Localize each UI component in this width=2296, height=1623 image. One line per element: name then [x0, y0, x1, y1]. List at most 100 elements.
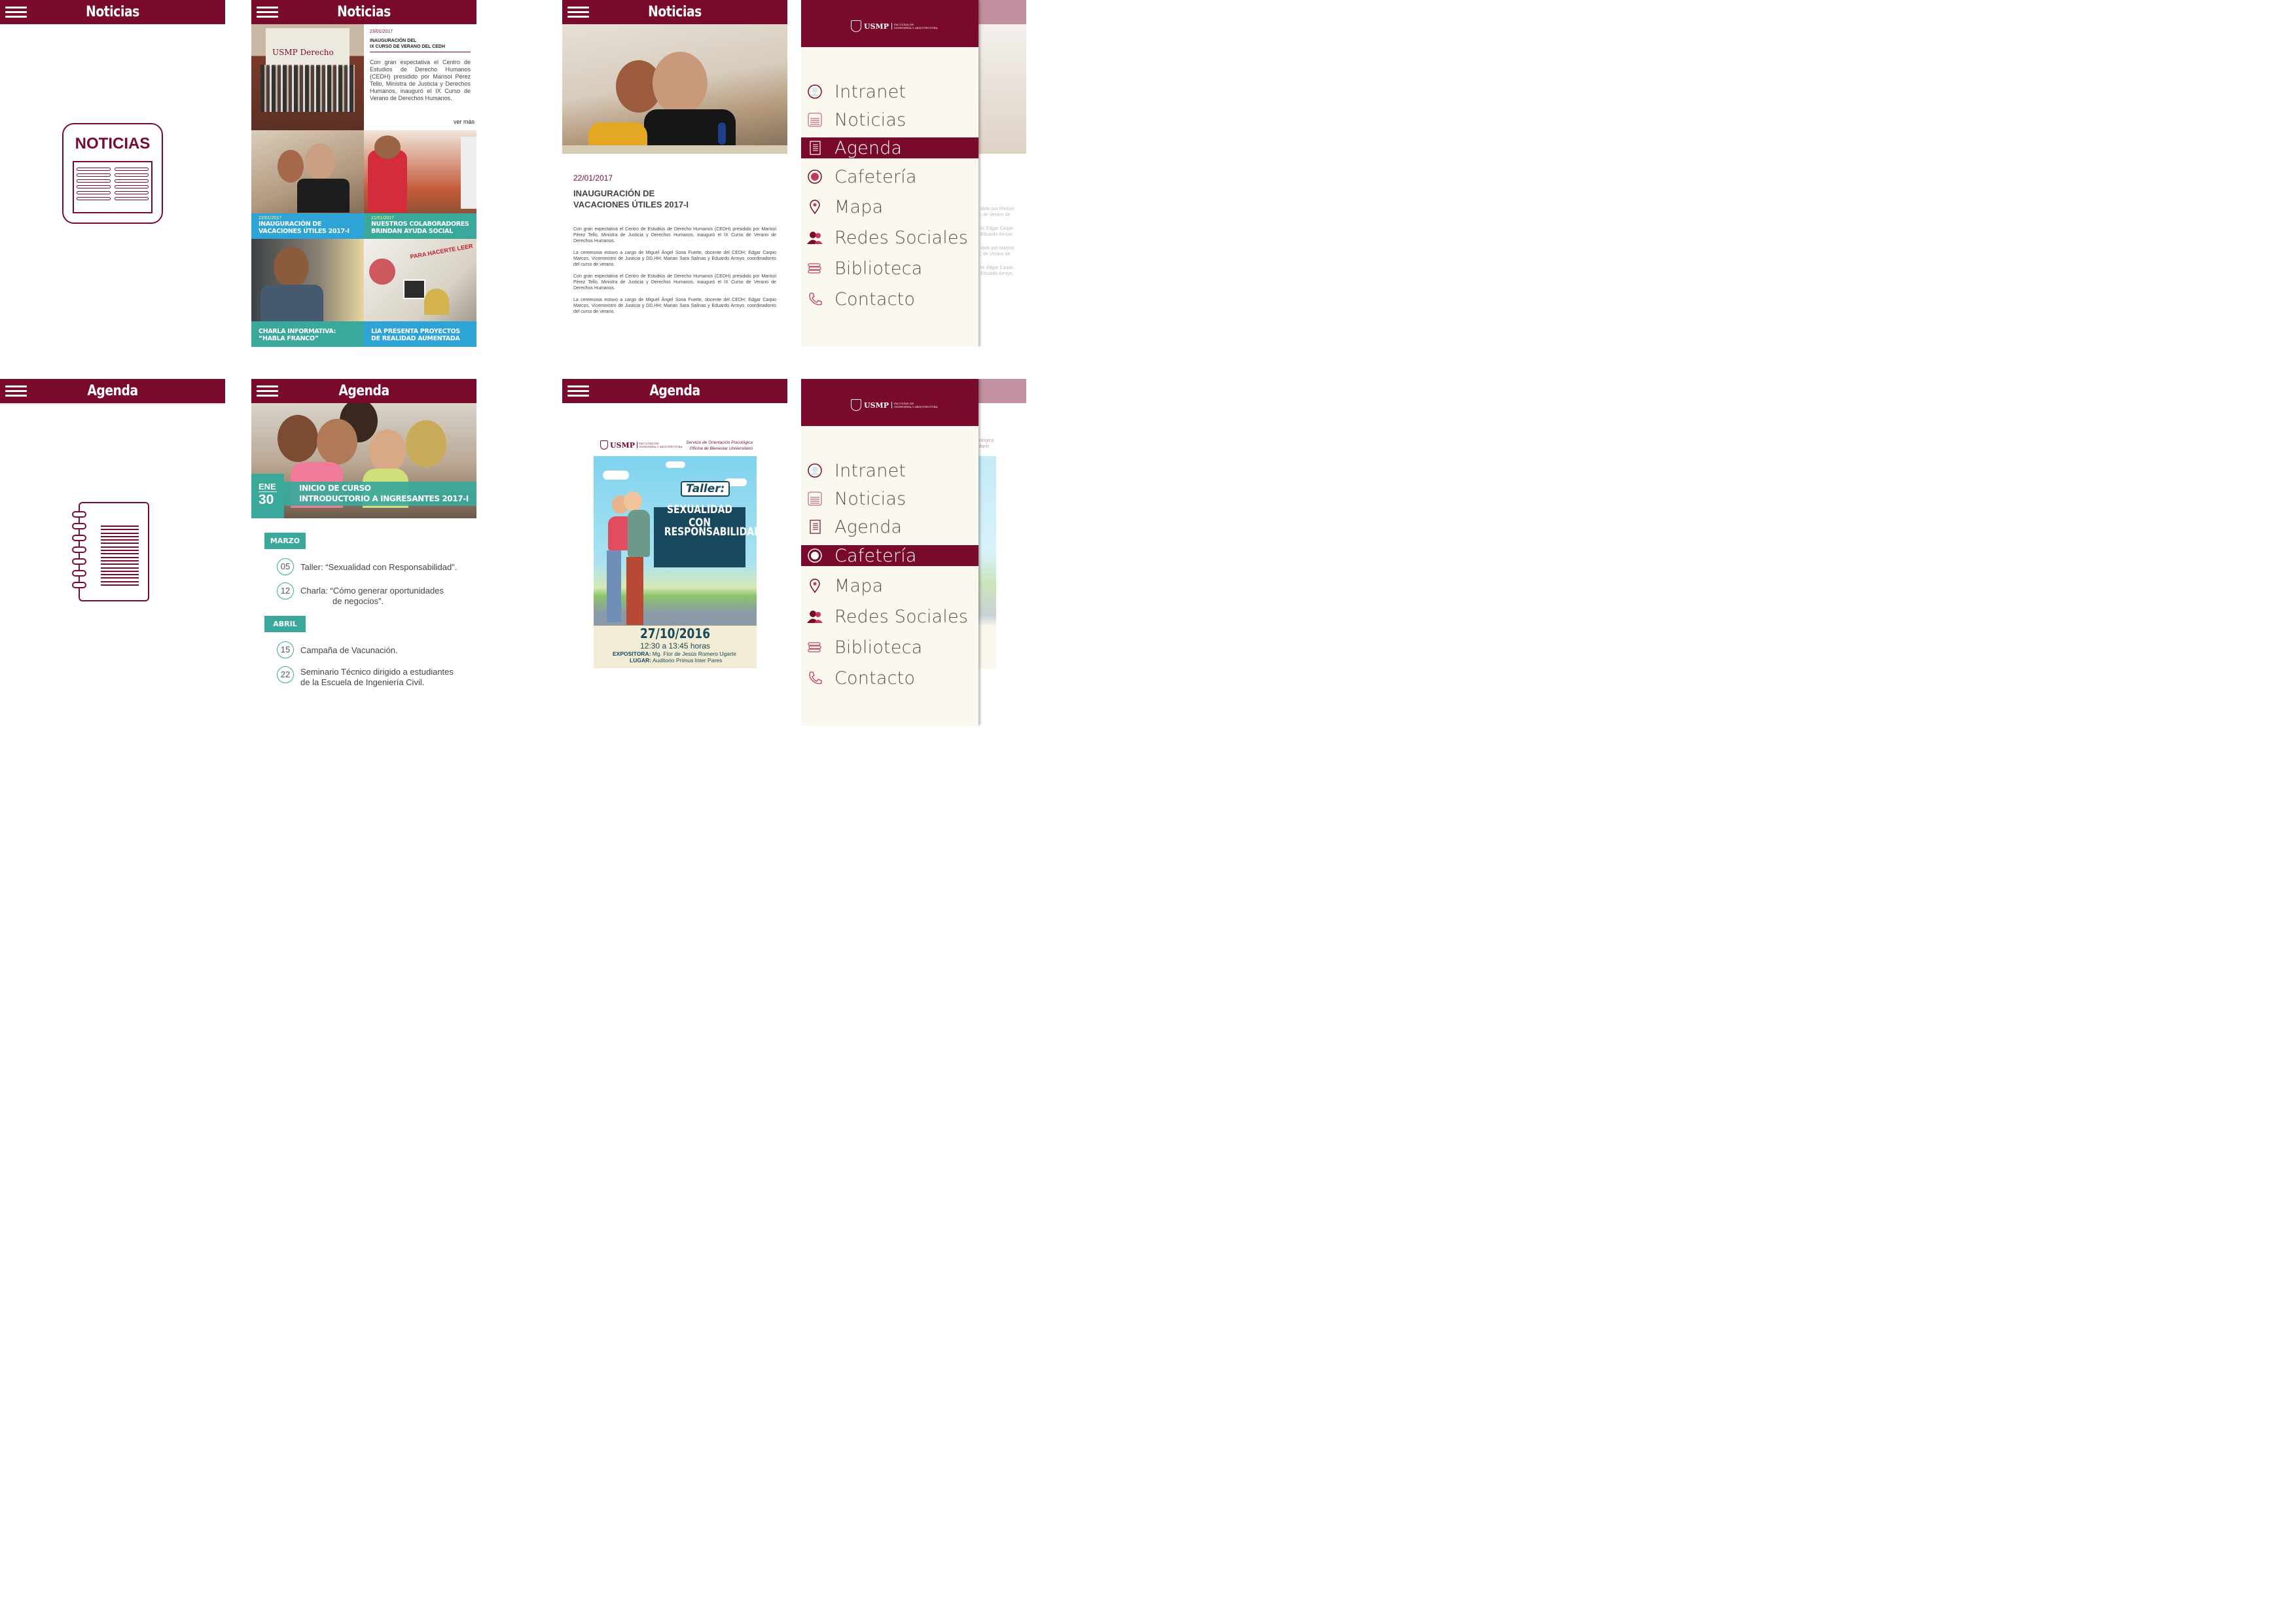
drawer-item-biblioteca[interactable]: Biblioteca	[801, 637, 978, 658]
crest-icon	[851, 20, 861, 32]
drawer-item-cafeteria[interactable]: Cafetería	[801, 545, 978, 566]
poster-expositora: EXPOSITORA: Mg. Flor de Jesús Romero Uga…	[613, 651, 736, 657]
ver-mas-link[interactable]: ver más	[454, 118, 475, 125]
event-text[interactable]: Campaña de Vacunación.	[300, 645, 398, 656]
app-bar: Noticias	[251, 0, 476, 24]
drawer-item-contacto[interactable]: Contacto	[801, 668, 978, 688]
notebook-icon[interactable]	[72, 502, 149, 601]
event-text-cont: de la Escuela de Ingeniería Civil.	[300, 677, 425, 687]
news-tile[interactable]: CHARLA INFORMATIVA: “HABLA FRANCO”	[251, 239, 364, 347]
nav-drawer: USMP FACULTAD DE INGENIERÍA Y ARQUITECTUR…	[801, 0, 978, 347]
badge-day: 30	[259, 492, 274, 507]
drawer-item-cafeteria[interactable]: Cafetería	[801, 166, 978, 187]
usmp-logo: USMP FACULTAD DE INGENIERÍA Y ARQUITECTUR…	[851, 399, 938, 411]
drawer-item-agenda[interactable]: Agenda	[801, 137, 978, 158]
news-tile[interactable]: 21/01/2017 NUESTROS COLABORADORES BRINDA…	[364, 130, 476, 239]
featured-news[interactable]: 23/01/2017 INAUGURACIÓN DEL IX CURSO DE …	[370, 29, 471, 102]
event-day: 12	[277, 582, 294, 599]
map-pin-icon	[807, 199, 823, 215]
news-detail-photo	[562, 24, 787, 154]
newspaper-icon[interactable]: NOTICIAS	[62, 123, 163, 224]
notebook-icon	[807, 519, 823, 535]
drawer-header: USMP FACULTAD DE INGENIERÍA Y ARQUITECTUR…	[801, 379, 978, 426]
poster-time: 12:30 a 13:45 horas	[640, 641, 710, 651]
agenda-banner[interactable]: INICIO DE CURSO INTRODUCTORIO A INGRESAN…	[251, 403, 476, 518]
plate-icon	[807, 548, 823, 563]
poster-lugar: LUGAR: Auditorio Primus Inter Pares	[630, 657, 723, 664]
poster-date: 27/10/2016	[639, 626, 711, 641]
peek-text: H; Edgar Carpio	[980, 226, 1014, 231]
tile-title-line1: LIA PRESENTA PROYECTOS	[371, 328, 460, 335]
event-text[interactable]: Seminario Técnico dirigido a estudiantes	[300, 667, 454, 677]
drawer-item-intranet[interactable]: Intranet	[801, 460, 978, 481]
peek-text: idido por Marisol	[980, 207, 1014, 211]
newspaper-icon	[807, 112, 823, 128]
drawer-item-redes-sociales[interactable]: Redes Sociales	[801, 227, 978, 248]
news-title-line1: INAUGURACIÓN DEL	[370, 39, 417, 43]
tile-title-line2: DE REALIDAD AUMENTADA	[371, 335, 460, 342]
news-detail-headline-line2: VACACIONES ÚTILES 2017-I	[573, 200, 689, 209]
news-date: 23/01/2017	[370, 29, 393, 34]
drawer-screen-bottom: ológica itario USMP FACULTAD DE INGENIERÍ…	[801, 379, 1026, 726]
peek-text: idido por Marisol	[980, 246, 1014, 251]
tile-title-line2: “HABLA FRANCO”	[259, 335, 319, 342]
drawer-item-biblioteca[interactable]: Biblioteca	[801, 258, 978, 279]
underlying-screen: idido por Marisol ; de Verano de H; Edga…	[978, 0, 1026, 347]
peek-text: itario	[979, 444, 990, 449]
drawer-item-agenda[interactable]: Agenda	[801, 516, 978, 537]
drawer-item-intranet[interactable]: Intranet	[801, 81, 978, 102]
month-tag-marzo: MARZO	[264, 533, 306, 549]
event-text[interactable]: Charla: “Cómo generar oportunidades	[300, 586, 444, 596]
tile-date: 21/01/2017	[371, 216, 395, 221]
books-icon	[807, 260, 823, 276]
event-day: 05	[277, 558, 294, 575]
featured-news-photo[interactable]: USMP Derecho	[251, 24, 364, 130]
app-bar: Agenda	[562, 379, 787, 403]
map-pin-icon	[807, 578, 823, 594]
drawer-header: USMP FACULTAD DE INGENIERÍA Y ARQUITECTUR…	[801, 0, 978, 47]
event-poster[interactable]: USMP FACULTAD DE INGENIERÍA Y ARQUITECTUR…	[594, 438, 757, 668]
tile-title-line2: BRINDAN AYUDA SOCIAL	[371, 228, 453, 235]
notebook-icon	[807, 140, 823, 156]
paragraph: La ceremonia estuvo a cargo de Miguel Án…	[573, 298, 776, 314]
news-detail-body: Con gran expectativa el Centro de Estudi…	[573, 226, 776, 315]
banner-title-line2: INTRODUCTORIO A INGRESANTES 2017-I	[299, 494, 469, 503]
poster-logo: USMP FACULTAD DE INGENIERÍA Y ARQUITECTUR…	[600, 440, 683, 450]
phone-icon	[807, 291, 823, 307]
noticias-detail-screen: Noticias 22/01/2017 INAUGURACIÓN DE VACA…	[562, 0, 787, 347]
crest-icon	[851, 399, 861, 411]
newspaper-icon	[807, 491, 823, 507]
app-bar-title: Agenda	[87, 383, 138, 399]
books-icon	[807, 639, 823, 655]
drawer-item-mapa[interactable]: Mapa	[801, 575, 978, 596]
news-detail-date: 22/01/2017	[573, 173, 613, 183]
event-text[interactable]: Taller: “Sexualidad con Responsabilidad”…	[300, 562, 457, 573]
drawer-item-redes-sociales[interactable]: Redes Sociales	[801, 606, 978, 627]
tile-date: 22/01/2017	[259, 216, 282, 221]
drawer-item-contacto[interactable]: Contacto	[801, 289, 978, 310]
noticias-icon-label: NOTICIAS	[75, 135, 151, 152]
app-bar: Noticias	[0, 0, 225, 24]
app-bar-title: Noticias	[648, 4, 702, 20]
news-tile[interactable]: 22/01/2017 INAUGURACIÓN DE VACACIONES ÚT…	[251, 130, 364, 239]
people-icon	[807, 609, 823, 624]
drawer-item-mapa[interactable]: Mapa	[801, 196, 978, 217]
underlying-screen: ológica itario	[978, 379, 1026, 726]
app-bar: Noticias	[562, 0, 787, 24]
poster-org-line1: Servicio de Orientación Psicológica	[686, 440, 753, 445]
poster-org-line2: Oficina de Bienestar Universitario	[689, 446, 753, 451]
event-day: 22	[277, 666, 294, 683]
plate-icon	[807, 169, 823, 185]
poster-taller: Taller:	[681, 481, 730, 497]
news-detail-headline-line1: INAUGURACIÓN DE	[573, 188, 655, 198]
news-tile[interactable]: PARA HACERTE LEER LIA PRESENTA PROYECTOS…	[364, 239, 476, 347]
peek-text: H; Edgar Carpio	[980, 266, 1014, 270]
tile-title-line1: NUESTROS COLABORADORES	[371, 221, 469, 228]
drawer-item-noticias[interactable]: Noticias	[801, 488, 978, 509]
peek-text: Eduardo Arroyo,	[980, 272, 1014, 276]
tile-title-line1: INAUGURACIÓN DE	[259, 221, 322, 228]
date-badge: ENE 30	[251, 474, 284, 518]
drawer-item-noticias[interactable]: Noticias	[801, 109, 978, 130]
app-bar-title: Agenda	[649, 383, 700, 399]
badge-month: ENE	[259, 482, 276, 491]
